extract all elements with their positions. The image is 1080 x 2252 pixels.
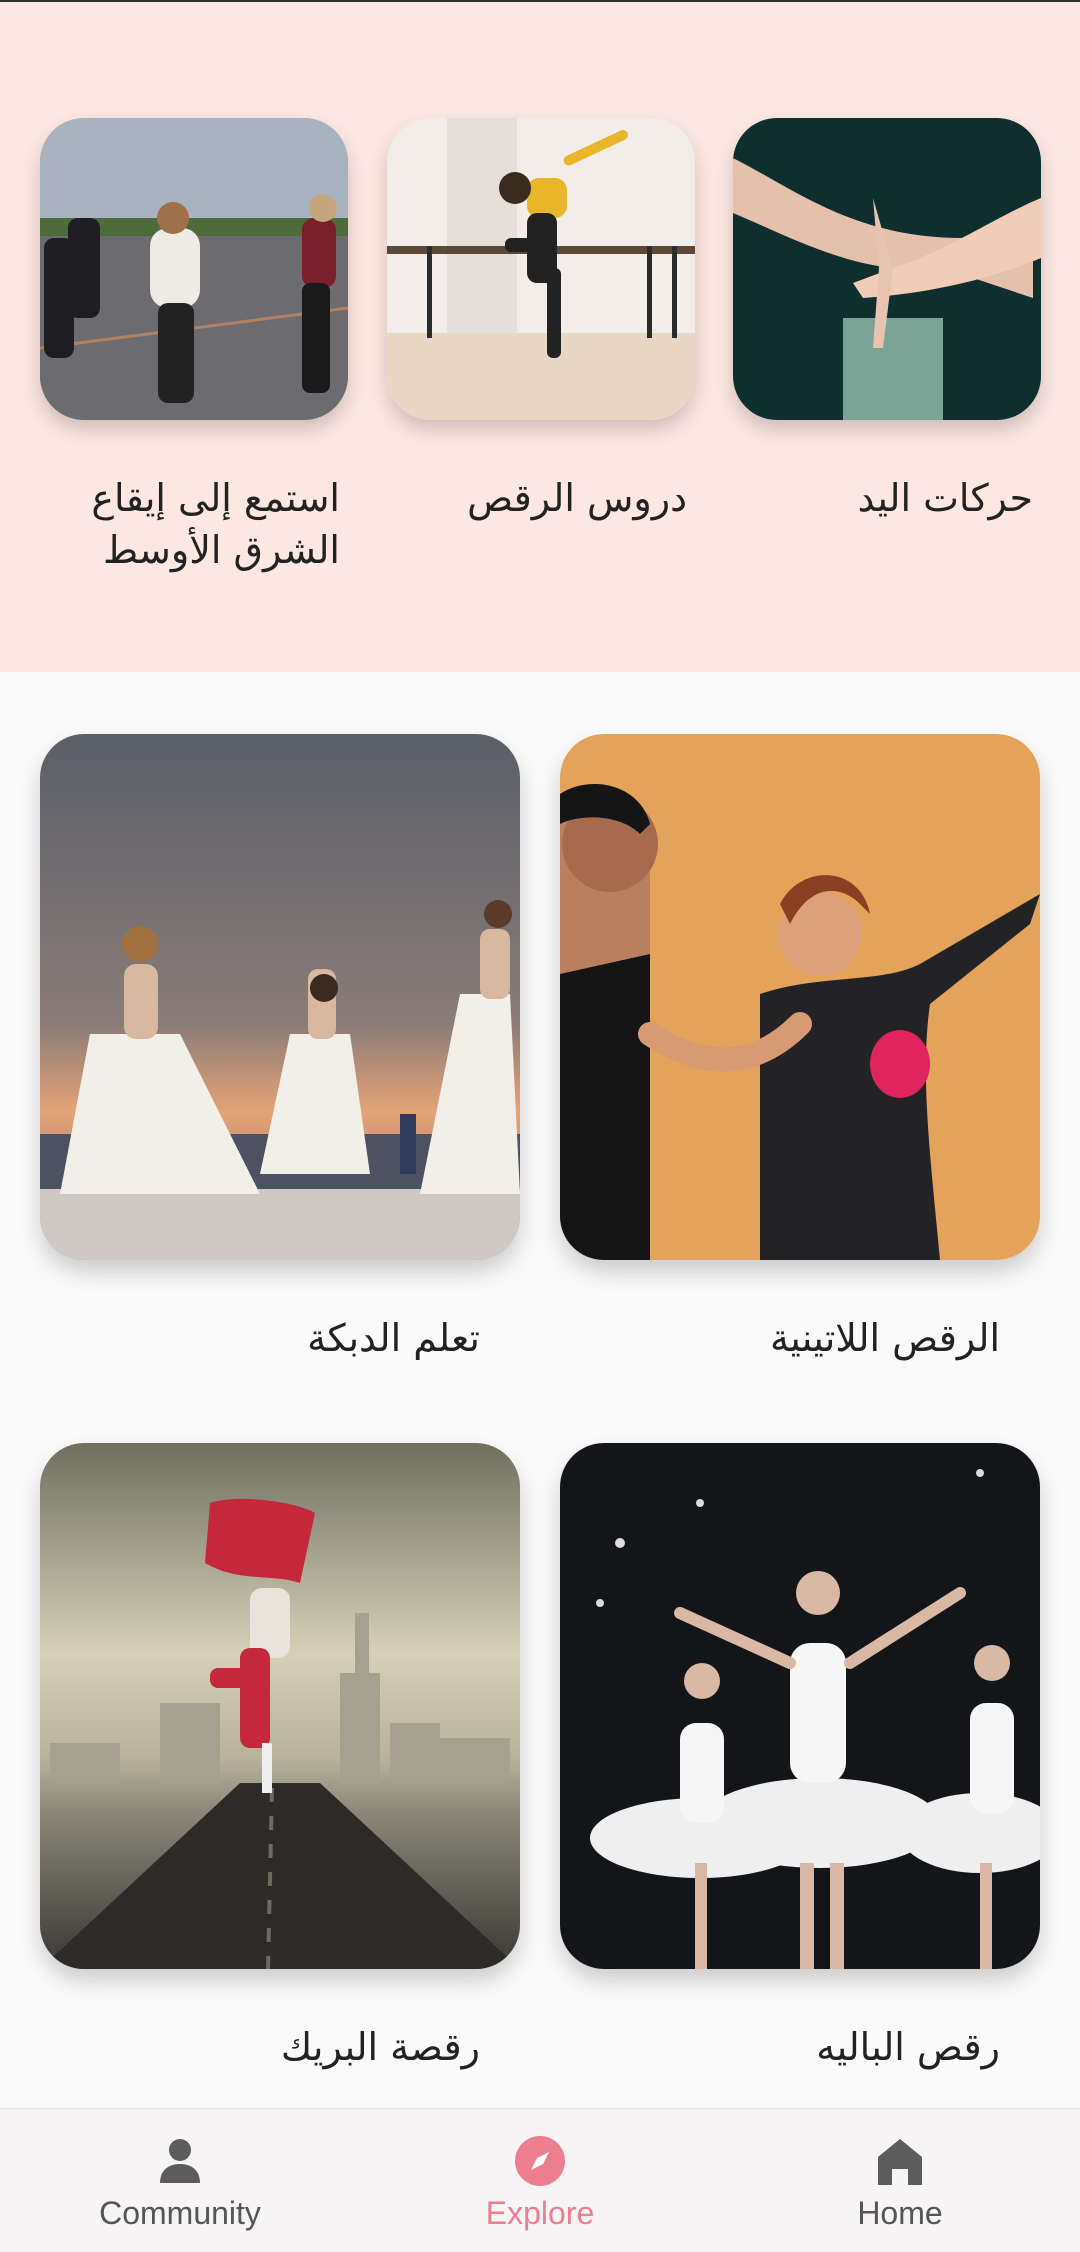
break-dance-photo xyxy=(40,1443,520,1969)
person-icon xyxy=(160,2139,200,2183)
dabke-dancers-photo xyxy=(40,734,520,1260)
nav-label: Community xyxy=(99,2195,261,2231)
nav-community[interactable]: Community xyxy=(30,2109,330,2252)
nav-explore[interactable]: Explore xyxy=(390,2109,690,2252)
nav-label: Home xyxy=(857,2195,943,2231)
category-card-label: الرقص اللاتينية xyxy=(769,1316,1000,1360)
bottom-navigation: Community Explore Home xyxy=(0,2108,1080,2252)
featured-card-dance-lessons[interactable]: دروس الرقص xyxy=(387,118,695,524)
category-card-dabke[interactable]: تعلم الدبكة xyxy=(40,734,520,1364)
group-dancing-photo xyxy=(40,118,348,420)
featured-section: استمع إلى إيقاع الشرق الأوسط دروس الرقص … xyxy=(0,2,1080,672)
home-icon xyxy=(878,2139,922,2185)
nav-home[interactable]: Home xyxy=(750,2109,1050,2252)
compass-icon xyxy=(515,2136,565,2186)
featured-card-label: استمع إلى إيقاع الشرق الأوسط xyxy=(91,476,340,572)
category-card-break-dance[interactable]: رقصة البريك xyxy=(40,1443,520,2073)
category-card-label: تعلم الدبكة xyxy=(307,1316,480,1360)
category-card-latin-dance[interactable]: الرقص اللاتينية xyxy=(560,734,1040,1364)
category-card-label: رقصة البريك xyxy=(280,2025,480,2069)
dance-class-photo xyxy=(387,118,695,420)
featured-card-label: دروس الرقص xyxy=(467,476,687,520)
hands-gesture-photo xyxy=(733,118,1041,420)
featured-card-label: حركات اليد xyxy=(857,476,1033,520)
featured-card-hand-movements[interactable]: حركات اليد xyxy=(733,118,1041,524)
category-card-label: رقص الباليه xyxy=(816,2025,1000,2069)
featured-card-middle-east-rhythm[interactable]: استمع إلى إيقاع الشرق الأوسط xyxy=(40,118,348,576)
ballet-photo xyxy=(560,1443,1040,1969)
nav-label: Explore xyxy=(485,2195,595,2231)
category-card-ballet[interactable]: رقص الباليه xyxy=(560,1443,1040,2073)
latin-dance-photo xyxy=(560,734,1040,1260)
